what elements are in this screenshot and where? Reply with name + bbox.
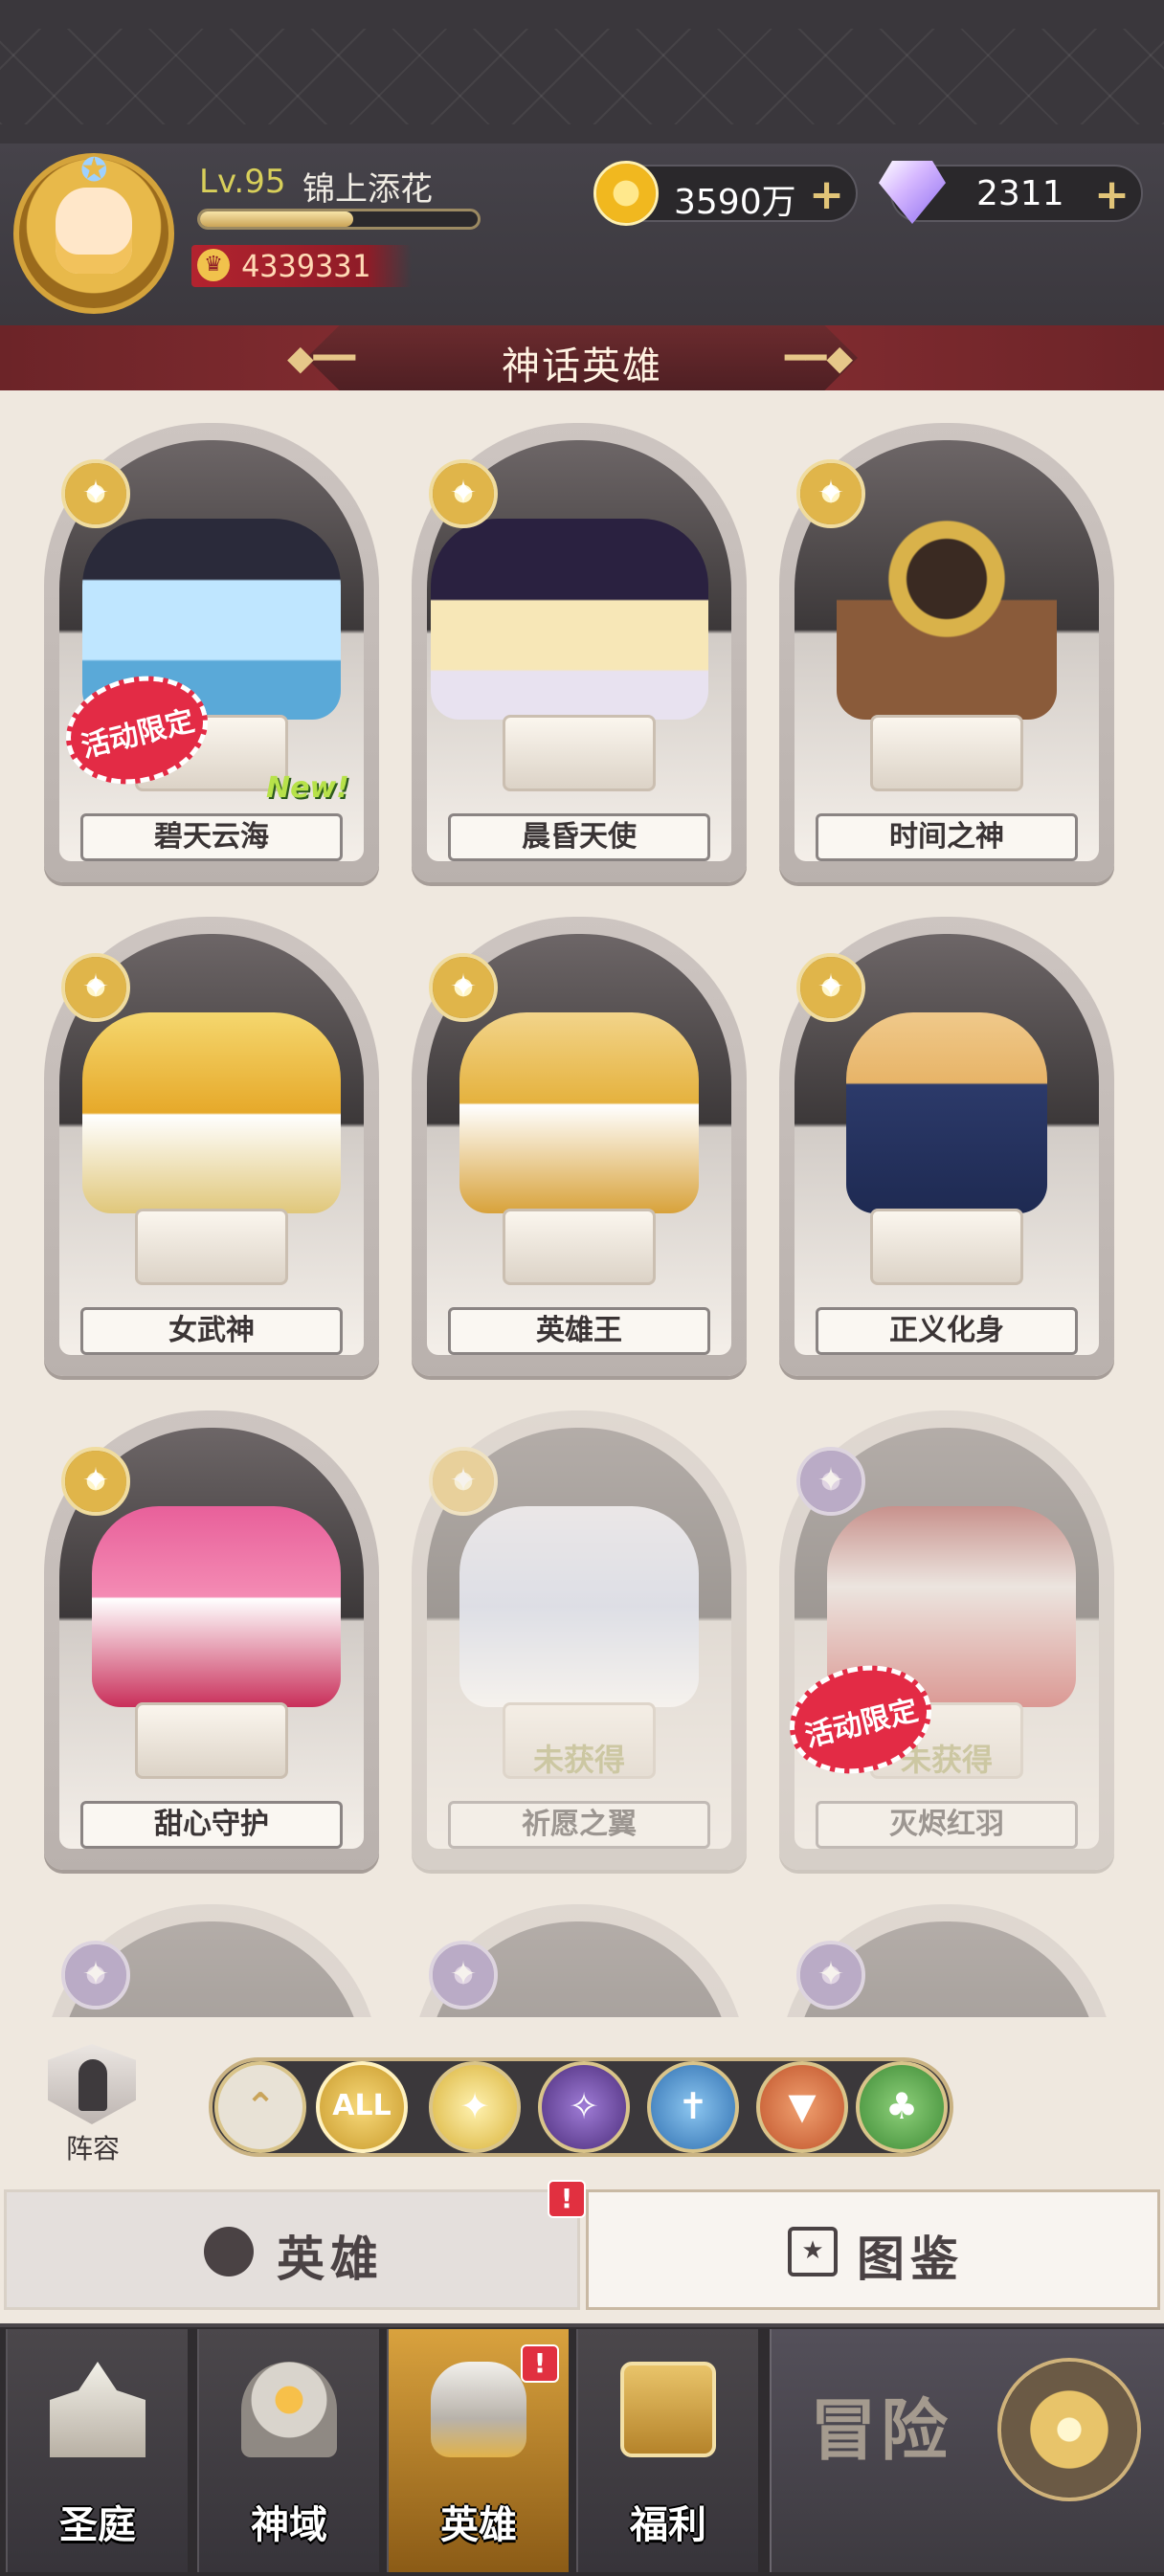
notification-icon: ! [521,2344,559,2383]
holy-faction-icon[interactable]: ✝ [647,2061,739,2153]
light-faction-icon: ✦ [429,953,498,1022]
dark-faction-icon: ✦ [429,1941,498,2010]
add-gem-icon[interactable]: + [1094,170,1130,219]
hero-sprite [431,519,708,720]
lineup-button[interactable]: 阵容 [36,2044,149,2165]
add-gold-icon[interactable]: + [809,170,844,219]
hero-name: 祈愿之翼 [448,1801,710,1849]
hero-card[interactable]: ✦ 晨昏天使 [412,404,747,882]
power-value: 4339331 [241,248,370,284]
hero-card-locked[interactable]: ✦ [779,1885,1114,2017]
notification-icon: ! [548,2180,586,2218]
light-faction-icon: ✦ [796,459,865,528]
exp-bar [197,209,481,230]
hero-name: 正义化身 [816,1307,1078,1355]
compass-icon [997,2358,1141,2501]
hero-card[interactable]: ✦ 英雄王 [412,898,747,1376]
hero-grid: ✦ 活动限定 New! 碧天云海 ✦ 晨昏天使 ✦ 时间之神 ✦ 女武神 ✦ 英… [0,390,1164,2017]
light-faction-icon: ✦ [429,1447,498,1516]
nav-divine[interactable]: 神域 [197,2329,379,2572]
nav-court-label: 圣庭 [59,2503,136,2547]
gem-counter[interactable]: 2311 + [879,161,1143,224]
gem-value: 2311 [976,174,1064,213]
collapse-up-icon[interactable]: ⌃ [214,2061,306,2153]
hero-card-locked[interactable]: ✦ 未获得 祈愿之翼 [412,1391,747,1870]
new-tag: New! [266,771,349,805]
light-faction-icon: ✦ [796,953,865,1022]
gold-coin-icon [593,161,659,226]
nav-heroes-label: 英雄 [440,2503,517,2547]
hero-sprite [82,1012,341,1213]
filter-all-button[interactable]: ALL [316,2061,408,2153]
hero-name: 甜心守护 [80,1801,343,1849]
light-faction-icon: ✦ [429,459,498,528]
hero-card-locked[interactable]: ✦ [412,1885,747,2017]
book-star-icon: ★ [788,2227,838,2276]
castle-icon [50,2362,146,2457]
light-faction-icon: ✦ [61,1447,130,1516]
hero-sprite [92,1506,341,1707]
not-obtained-label: 未获得 [532,1742,625,1778]
hero-sprite [459,1506,699,1707]
hero-helmet-icon [431,2362,526,2457]
nav-welfare-label: 福利 [630,2503,706,2547]
gold-value: 3590万 [674,183,796,222]
rank-star-icon: ✪ [80,151,108,189]
power-badge: ♛ 4339331 [191,245,412,287]
tab-heroes-label: 英雄 [277,2232,384,2287]
fire-faction-icon[interactable]: ▼ [756,2061,848,2153]
hero-card[interactable]: ✦ 时间之神 [779,404,1114,882]
dark-faction-icon: ✦ [796,1941,865,2010]
section-title: 神话英雄 [502,344,662,389]
player-level: Lv.95 [199,163,286,201]
chess-pawn-icon [78,2059,107,2111]
adventure-label: 冒险 [810,2391,951,2470]
hero-card[interactable]: ✦ 女武神 [44,898,379,1376]
power-icon: ♛ [197,249,230,281]
top-decoration [0,0,1164,144]
treasure-chest-icon [620,2362,716,2457]
hero-name: 晨昏天使 [448,813,710,861]
player-name: 锦上添花 [302,170,433,209]
hero-helmet-icon [204,2227,254,2276]
light-faction-icon: ✦ [61,953,130,1022]
nav-divine-label: 神域 [251,2503,327,2547]
gold-counter[interactable]: 3590万 + [593,161,858,226]
hero-name: 英雄王 [448,1307,710,1355]
dark-faction-icon[interactable]: ✧ [538,2061,630,2153]
tab-codex[interactable]: ★ 图鉴 [586,2189,1160,2310]
divine-crystal-icon [241,2362,337,2457]
hero-card-locked[interactable]: ✦ [44,1885,379,2017]
nav-welfare[interactable]: 福利 [576,2329,758,2572]
tab-codex-label: 图鉴 [857,2232,964,2287]
hero-sprite [837,519,1057,720]
light-faction-icon: ✦ [61,459,130,528]
hero-name: 时间之神 [816,813,1078,861]
hero-card[interactable]: ✦ 正义化身 [779,898,1114,1376]
nav-court[interactable]: 圣庭 [6,2329,188,2572]
hero-name: 女武神 [80,1307,343,1355]
hero-sprite [846,1012,1047,1213]
dark-faction-icon: ✦ [61,1941,130,2010]
hero-card[interactable]: ✦ 甜心守护 [44,1391,379,1870]
hero-name: 碧天云海 [80,813,343,861]
hero-card-locked[interactable]: ✦ 未获得 灭烬红羽 [779,1391,1114,1870]
light-faction-icon[interactable]: ✦ [429,2061,521,2153]
tab-heroes[interactable]: 英雄 [4,2189,580,2310]
nature-faction-icon[interactable]: ♣ [856,2061,948,2153]
hero-card[interactable]: ✦ 活动限定 New! 碧天云海 [44,404,379,882]
section-banner: ◆━━ ━━◆ 神话英雄 [0,325,1164,390]
player-avatar[interactable]: ✪ [13,151,174,314]
adventure-button[interactable]: 冒险 [770,2329,1164,2572]
lineup-label: 阵容 [65,2133,120,2165]
hero-sprite [459,1012,699,1213]
hero-name: 灭烬红羽 [816,1801,1078,1849]
dark-faction-icon: ✦ [796,1447,865,1516]
